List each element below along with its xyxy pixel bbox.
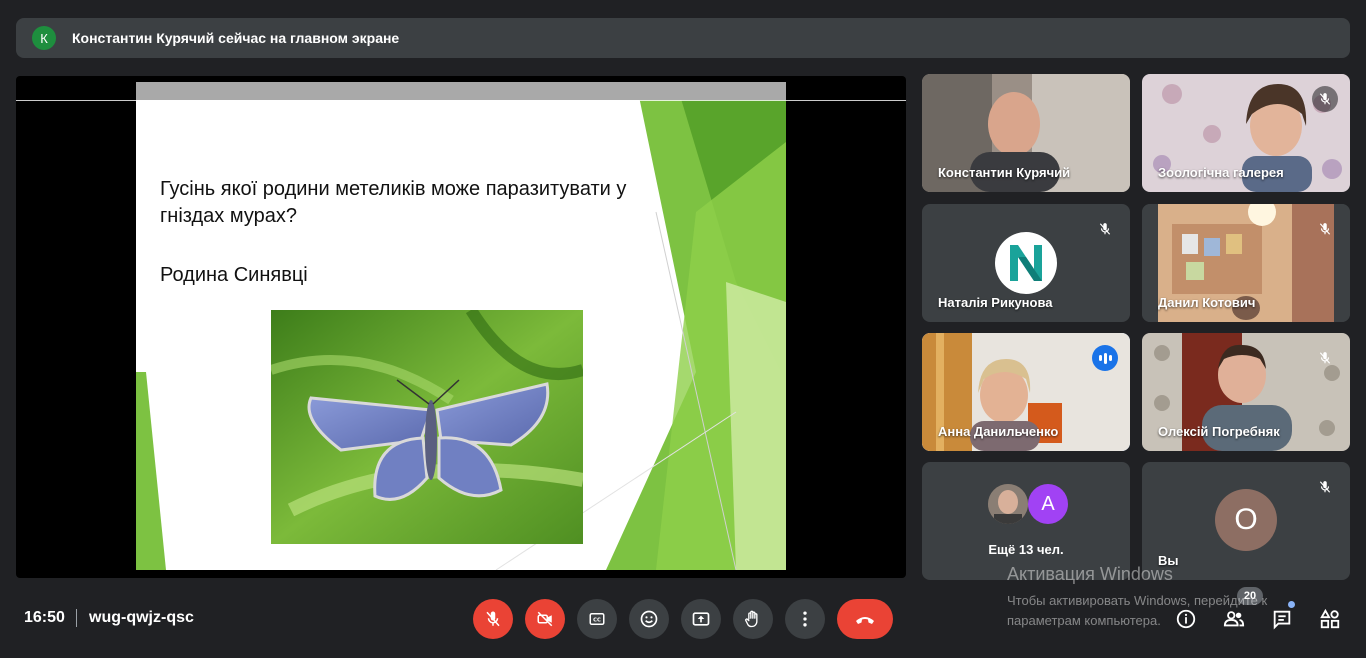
- divider: [76, 609, 77, 627]
- people-button[interactable]: [1220, 605, 1248, 633]
- participant-tile[interactable]: Данил Котович: [1142, 204, 1350, 322]
- more-participants-label: Ещё 13 чел.: [988, 542, 1064, 557]
- participant-tile[interactable]: Наталія Рикунова: [922, 204, 1130, 322]
- hang-up-icon: [856, 617, 874, 624]
- participant-name: Анна Данильченко: [938, 424, 1059, 439]
- leave-call-button[interactable]: [837, 599, 893, 639]
- participant-name: Наталія Рикунова: [938, 295, 1053, 310]
- mic-muted-icon: [1312, 86, 1338, 112]
- mic-muted-icon: [1312, 216, 1338, 242]
- participant-thumbnail-avatar: [988, 484, 1028, 524]
- reactions-button[interactable]: [629, 599, 669, 639]
- mic-muted-icon: [1312, 474, 1338, 500]
- butterfly-photo: [271, 310, 583, 544]
- camera-toggle-button[interactable]: [525, 599, 565, 639]
- chat-icon: [1273, 610, 1291, 630]
- chat-notification-dot: [1288, 601, 1295, 608]
- self-tile[interactable]: О Вы: [1142, 462, 1350, 580]
- mic-off-icon: [486, 611, 500, 627]
- stage-divider-line: [16, 100, 906, 101]
- participant-name: Данил Котович: [1158, 295, 1256, 310]
- mic-muted-icon: [1312, 345, 1338, 371]
- more-participants-tile[interactable]: A Ещё 13 чел.: [922, 462, 1130, 580]
- clock: 16:50: [24, 609, 65, 626]
- shared-slide: Гусінь якої родини метеликів може парази…: [136, 82, 786, 570]
- participant-name: Олексій Погребняк: [1158, 424, 1280, 439]
- emoji-icon: [640, 610, 658, 628]
- raise-hand-button[interactable]: [733, 599, 773, 639]
- mic-muted-icon: [1092, 216, 1118, 242]
- camera-off-icon: [537, 611, 553, 627]
- speaking-indicator-icon: [1092, 345, 1118, 371]
- meeting-details-button[interactable]: [1172, 605, 1200, 633]
- participant-tile[interactable]: Константин Курячий: [922, 74, 1130, 192]
- info-icon: [1176, 609, 1196, 629]
- participant-tile[interactable]: Олексій Погребняк: [1142, 333, 1350, 451]
- participant-logo-avatar: [995, 232, 1057, 294]
- chat-button[interactable]: [1268, 605, 1296, 633]
- slide-answer: Родина Синявці: [160, 264, 308, 286]
- presenter-avatar: К: [32, 26, 56, 50]
- participant-name: Зоологічна галерея: [1158, 165, 1284, 180]
- shapes-icon: [1320, 608, 1340, 629]
- participant-name: Константин Курячий: [938, 165, 1071, 180]
- mic-toggle-button[interactable]: [473, 599, 513, 639]
- captions-icon: CC: [589, 613, 605, 625]
- participants-count-badge: 20: [1237, 587, 1263, 605]
- activities-button[interactable]: [1316, 605, 1344, 633]
- more-vert-icon: [803, 611, 807, 627]
- self-name: Вы: [1158, 553, 1179, 568]
- participant-tile[interactable]: Зоологічна галерея: [1142, 74, 1350, 192]
- svg-text:CC: CC: [593, 618, 601, 624]
- meeting-code: wug-qwjz-qsc: [89, 609, 194, 626]
- presentation-stage[interactable]: Гусінь якої родини метеликів може парази…: [16, 76, 906, 578]
- slide-top-bar: [136, 82, 786, 100]
- more-options-button[interactable]: [785, 599, 825, 639]
- presenter-banner-text: Константин Курячий сейчас на главном экр…: [72, 30, 400, 46]
- present-icon: [692, 612, 710, 626]
- self-avatar: О: [1215, 489, 1277, 551]
- slide-question: Гусінь якої родини метеликів може парази…: [160, 178, 627, 227]
- captions-button[interactable]: CC: [577, 599, 617, 639]
- participant-letter-avatar: A: [1028, 484, 1068, 524]
- people-icon: [1223, 611, 1245, 627]
- hand-icon: [745, 610, 758, 628]
- presenter-banner: К Константин Курячий сейчас на главном э…: [16, 18, 1350, 58]
- present-now-button[interactable]: [681, 599, 721, 639]
- participant-tile-active-speaker[interactable]: Анна Данильченко: [922, 333, 1130, 451]
